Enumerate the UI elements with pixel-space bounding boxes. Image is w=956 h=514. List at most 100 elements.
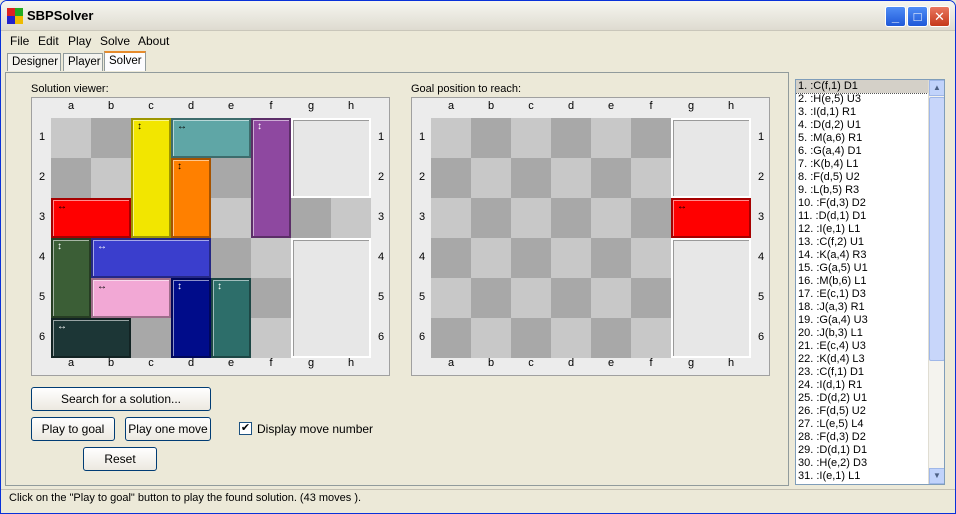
piece-L[interactable]: ↔ <box>91 278 171 318</box>
piece-A[interactable]: ↔ <box>51 198 131 238</box>
move-list-item[interactable]: 18. :J(a,3) R1 <box>796 301 944 314</box>
menu-play[interactable]: Play <box>68 34 91 48</box>
board-cell <box>431 238 471 278</box>
move-list-item[interactable]: 2. :H(e,5) U3 <box>796 93 944 106</box>
piece-F[interactable]: ↕ <box>171 158 211 238</box>
play-one-move-button[interactable]: Play one move <box>125 417 211 441</box>
scroll-down-icon[interactable]: ▼ <box>929 468 944 484</box>
move-list-item[interactable]: 28. :F(d,3) D2 <box>796 431 944 444</box>
menu-file[interactable]: File <box>10 34 29 48</box>
app-icon <box>7 8 23 24</box>
minimize-button[interactable]: _ <box>885 6 906 27</box>
scroll-up-icon[interactable]: ▲ <box>929 80 944 96</box>
piece-H[interactable]: ↕ <box>251 118 291 238</box>
horizontal-arrow-icon: ↔ <box>97 281 107 292</box>
board-cell <box>91 158 131 198</box>
board-cell <box>551 198 591 238</box>
tab-designer[interactable]: Designer <box>7 53 61 71</box>
piece-J[interactable]: ↔ <box>51 318 131 358</box>
horizontal-arrow-icon: ↔ <box>177 121 187 132</box>
move-list-item[interactable]: 23. :C(f,1) D1 <box>796 366 944 379</box>
maximize-button[interactable]: □ <box>907 6 928 27</box>
menu-solve[interactable]: Solve <box>100 34 130 48</box>
piece-K[interactable]: ↔ <box>91 238 211 278</box>
row-label: 4 <box>757 251 765 263</box>
solution-board[interactable]: a a b b c c d d e e f f g g h h 1 1 2 2 3 3 4 4 5 5 6 6 ↕ ↔ ↕ ↕ ↔ ↕ ↔ ↔ ↕ ↕ ↔ <box>31 97 390 376</box>
move-list-item[interactable]: 4. :D(d,2) U1 <box>796 119 944 132</box>
move-list-item[interactable]: 19. :G(a,4) U3 <box>796 314 944 327</box>
move-list-item[interactable]: 1. :C(f,1) D1 <box>796 80 944 94</box>
board-cell <box>551 238 591 278</box>
move-list-item[interactable]: 7. :K(b,4) L1 <box>796 158 944 171</box>
menu-edit[interactable]: Edit <box>38 34 59 48</box>
move-list-item[interactable]: 13. :C(f,2) U1 <box>796 236 944 249</box>
app-window: SBPSolver _ □ ✕ File Edit Play Solve Abo… <box>0 0 956 514</box>
piece-E[interactable]: ↕ <box>211 278 251 358</box>
goal-area <box>671 238 751 358</box>
column-label: c <box>148 100 154 112</box>
move-list-item[interactable]: 29. :D(d,1) D1 <box>796 444 944 457</box>
moves-list[interactable]: 1. :C(f,1) D1 2. :H(e,5) U3 3. :I(d,1) R1 4… <box>795 79 945 485</box>
column-label: h <box>727 357 735 369</box>
tab-player[interactable]: Player <box>63 53 103 71</box>
title-bar[interactable]: SBPSolver _ □ ✕ <box>1 1 955 31</box>
move-list-item[interactable]: 14. :K(a,4) R3 <box>796 249 944 262</box>
move-list-item[interactable]: 20. :J(b,3) L1 <box>796 327 944 340</box>
row-label: 2 <box>757 171 765 183</box>
close-button[interactable]: ✕ <box>929 6 950 27</box>
move-list-item[interactable]: 3. :I(d,1) R1 <box>796 106 944 119</box>
column-label: b <box>487 357 495 369</box>
move-list-item[interactable]: 17. :E(c,1) D3 <box>796 288 944 301</box>
move-list-item[interactable]: 15. :G(a,5) U1 <box>796 262 944 275</box>
move-list-item[interactable]: 6. :G(a,4) D1 <box>796 145 944 158</box>
board-cell <box>91 118 131 158</box>
move-list-item[interactable]: 9. :L(b,5) R3 <box>796 184 944 197</box>
column-label: c <box>528 100 534 112</box>
play-to-goal-button[interactable]: Play to goal <box>31 417 115 441</box>
vertical-arrow-icon: ↕ <box>57 241 62 252</box>
goal-board: a a b b c c d d e e f f g g h h 1 1 2 2 3 3 4 4 5 5 6 6 ↔ <box>411 97 770 376</box>
move-list-item[interactable]: 8. :F(d,5) U2 <box>796 171 944 184</box>
column-label: d <box>187 357 195 369</box>
piece-C[interactable]: ↕ <box>131 118 171 238</box>
move-list-item[interactable]: 22. :K(d,4) L3 <box>796 353 944 366</box>
solution-viewer-label: Solution viewer: <box>31 83 109 95</box>
display-move-number-label[interactable]: Display move number <box>257 422 373 436</box>
goal-position-label: Goal position to reach: <box>411 83 522 95</box>
move-list-item[interactable]: 24. :I(d,1) R1 <box>796 379 944 392</box>
piece-G[interactable]: ↕ <box>51 238 91 318</box>
row-label: 4 <box>418 251 426 263</box>
move-list-item[interactable]: 11. :D(d,1) D1 <box>796 210 944 223</box>
board-cell <box>331 198 371 238</box>
piece-D[interactable]: ↔ <box>171 118 251 158</box>
column-label: e <box>607 100 615 112</box>
board-cell <box>291 198 331 238</box>
board-cell <box>511 318 551 358</box>
piece-I[interactable]: ↕ <box>171 278 211 358</box>
moves-scrollbar[interactable]: ▲ ▼ <box>928 80 944 484</box>
board-cell <box>591 118 631 158</box>
move-list-item[interactable]: 26. :F(d,5) U2 <box>796 405 944 418</box>
board-cell <box>631 118 671 158</box>
search-solution-button[interactable]: Search for a solution... <box>31 387 211 411</box>
menu-about[interactable]: About <box>138 34 169 48</box>
move-list-item[interactable]: 12. :I(e,1) L1 <box>796 223 944 236</box>
reset-button[interactable]: Reset <box>83 447 157 471</box>
move-list-item[interactable]: 27. :L(e,5) L4 <box>796 418 944 431</box>
tab-solver[interactable]: Solver <box>104 51 146 71</box>
move-list-item[interactable]: 25. :D(d,2) U1 <box>796 392 944 405</box>
column-label: f <box>649 100 653 112</box>
scroll-thumb[interactable] <box>929 97 944 361</box>
move-list-item[interactable]: 5. :M(a,6) R1 <box>796 132 944 145</box>
move-list-item[interactable]: 10. :F(d,3) D2 <box>796 197 944 210</box>
row-label: 5 <box>38 291 46 303</box>
move-list-item[interactable]: 31. :I(e,1) L1 <box>796 470 944 483</box>
piece-target[interactable]: ↔ <box>671 198 751 238</box>
board-cell <box>431 278 471 318</box>
move-list-item[interactable]: 30. :H(e,2) D3 <box>796 457 944 470</box>
window-title: SBPSolver <box>27 8 94 23</box>
display-move-number-checkbox[interactable]: ✔ <box>239 422 252 435</box>
board-cell <box>211 198 251 238</box>
move-list-item[interactable]: 21. :E(c,4) U3 <box>796 340 944 353</box>
move-list-item[interactable]: 16. :M(b,6) L1 <box>796 275 944 288</box>
